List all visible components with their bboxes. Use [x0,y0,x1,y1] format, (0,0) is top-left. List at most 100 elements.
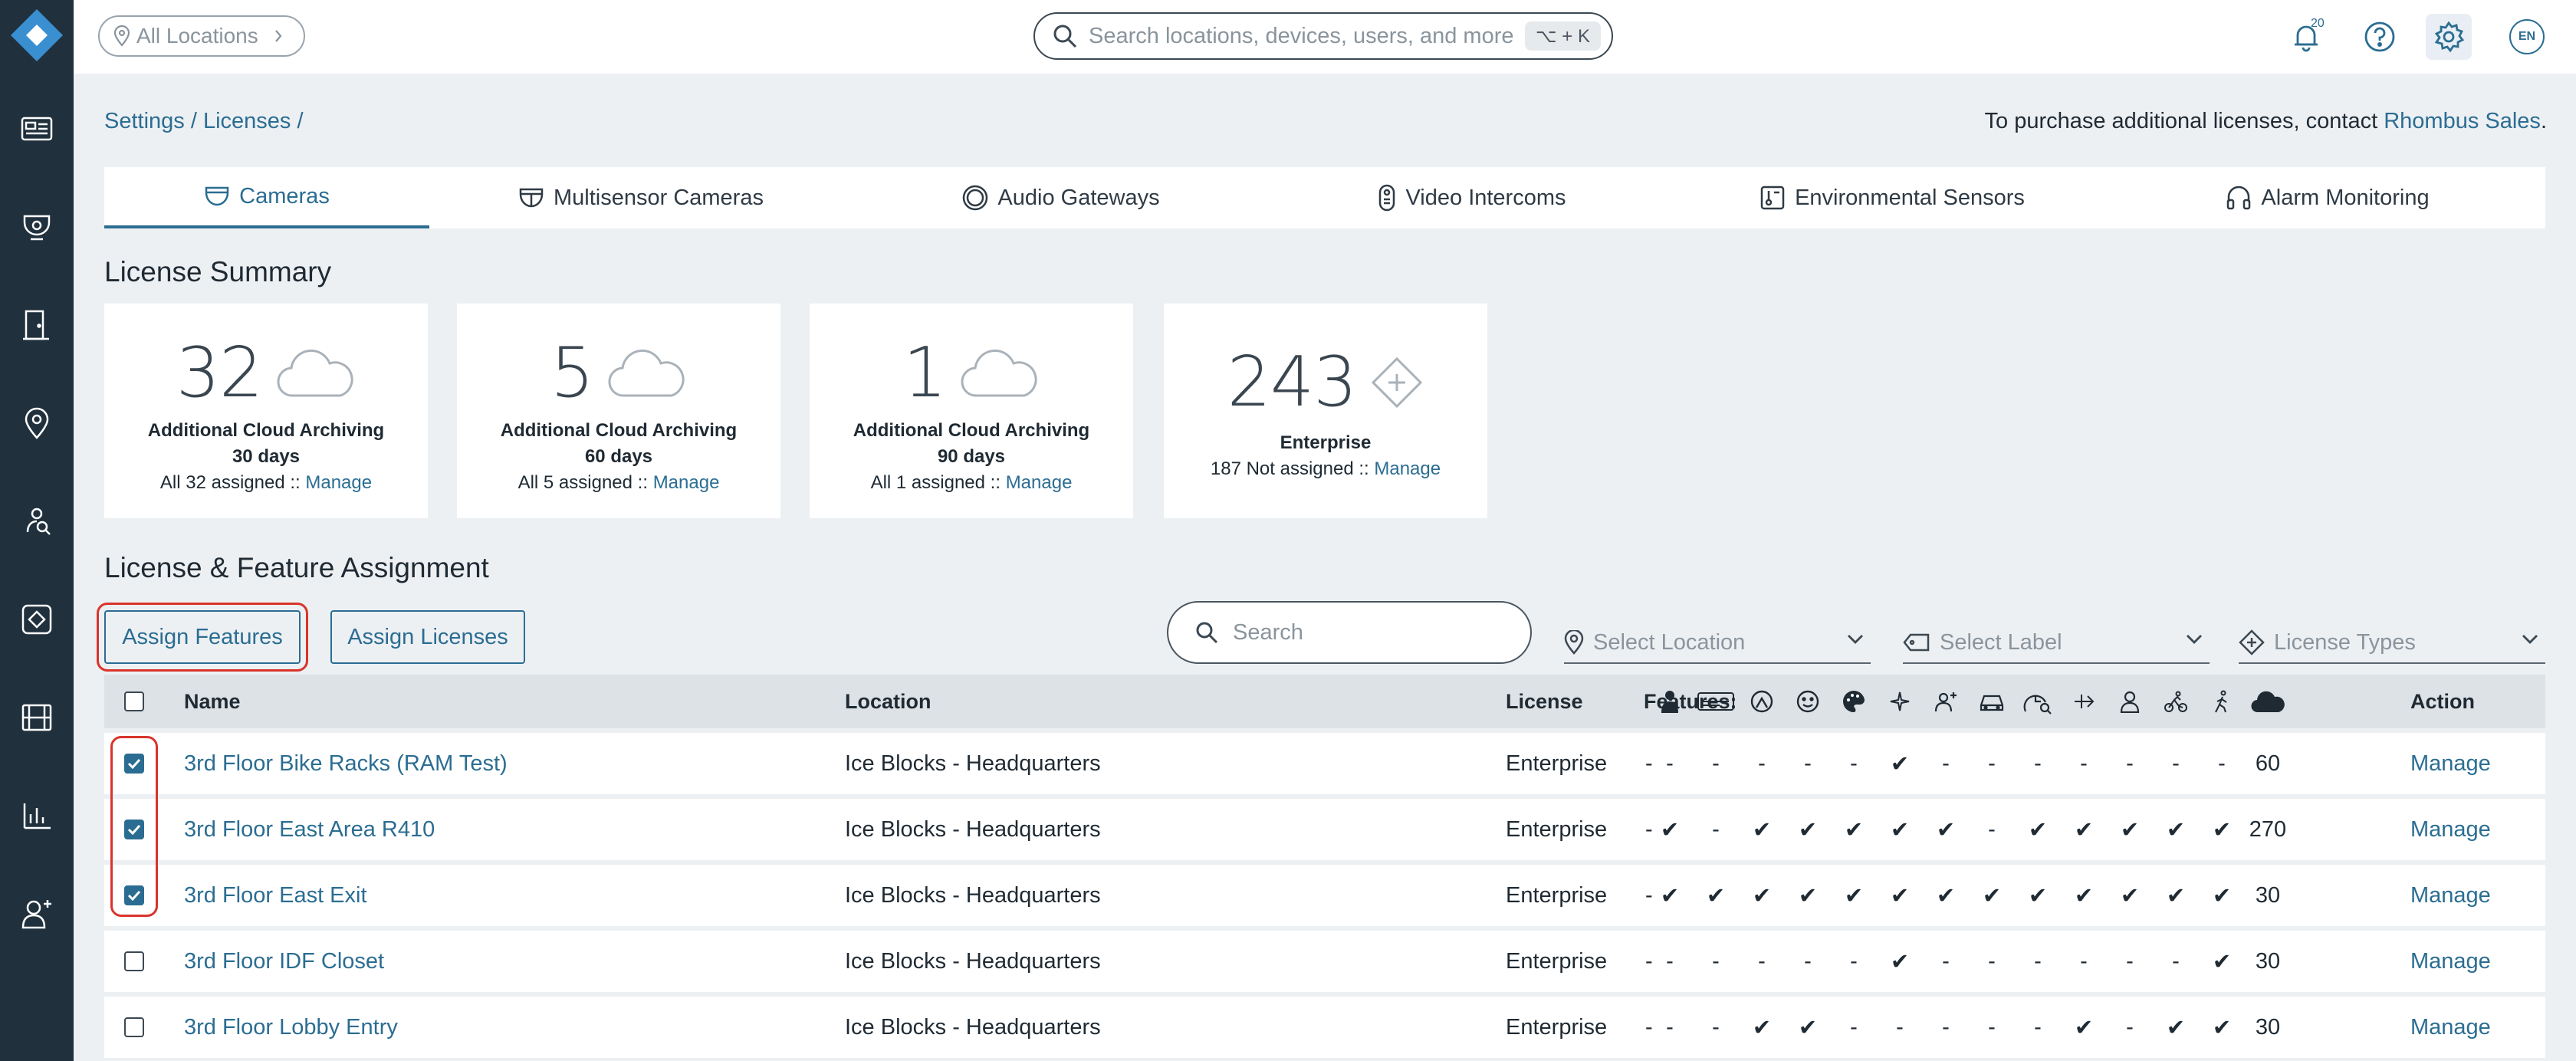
manage-link[interactable]: Manage [2410,799,2491,860]
feature-flag: - [1988,948,1996,974]
select-location-dropdown[interactable]: Select Location [1564,622,1871,664]
add-user-icon[interactable] [18,895,55,932]
location-filter-pill[interactable]: All Locations [98,15,305,57]
manage-link[interactable]: Manage [2410,733,2491,794]
reports-icon[interactable] [18,797,55,834]
video-wall-icon[interactable] [18,699,55,736]
feature-flag: - [1942,948,1950,974]
column-header-location[interactable]: Location [845,675,932,728]
settings-button[interactable] [2426,14,2472,60]
column-header-name[interactable]: Name [184,675,241,728]
person-icon [2107,675,2153,728]
multisensor-camera-icon [519,188,544,208]
table-row[interactable]: 3rd Floor Lobby Entry Ice Blocks - Headqu… [104,997,2545,1058]
device-location: Ice Blocks - Headquarters [845,816,1101,842]
tab-environmental-sensors[interactable]: Environmental Sensors [1674,167,2110,228]
device-license: Enterprise [1506,882,1608,908]
row-checkbox[interactable] [124,1017,144,1037]
highlight-annotation [110,736,158,917]
manage-link[interactable]: Manage [653,472,720,493]
device-location: Ice Blocks - Headquarters [845,948,1101,974]
license-card: 32 Additional Cloud Archiving 30 days Al… [104,304,428,518]
feature-flag: - [1988,751,1996,776]
top-bar: All Locations ⌥ + K 20 EN [74,0,2576,74]
license-card: 5 Additional Cloud Archiving 60 days All… [457,304,780,518]
tab-audio-gateways[interactable]: Audio Gateways [853,167,1270,228]
manage-link[interactable]: Manage [2410,997,2491,1058]
breadcrumb-separator: / [291,109,304,133]
tab-video-intercoms[interactable]: Video Intercoms [1270,167,1674,228]
door-access-icon[interactable] [18,307,55,343]
cyclist-icon [2153,675,2199,728]
notifications-button[interactable]: 20 [2286,17,2326,57]
dashboard-icon[interactable] [18,110,55,147]
manage-link[interactable]: Manage [305,472,372,493]
tab-label: Alarm Monitoring [2261,185,2430,210]
feature-flag: - [1850,948,1858,974]
feature-flag: - [1758,948,1766,974]
feature-flag: ✔ [2166,883,2186,908]
tab-alarm-monitoring[interactable]: Alarm Monitoring [2110,167,2545,228]
global-search-box[interactable]: ⌥ + K [1033,12,1613,60]
select-label-dropdown[interactable]: Select Label [1903,622,2210,664]
search-shortcut-badge: ⌥ + K [1524,21,1601,51]
integrations-icon[interactable] [18,601,55,638]
help-button[interactable] [2360,17,2400,57]
language-button[interactable]: EN [2507,17,2547,57]
manage-link[interactable]: Manage [1374,458,1441,479]
table-row[interactable]: 3rd Floor East Exit Ice Blocks - Headquar… [104,865,2545,926]
row-checkbox[interactable] [124,951,144,971]
column-header-license[interactable]: License [1506,675,1583,728]
table-search-input[interactable] [1233,619,1524,645]
feature-flag: - [1896,1014,1904,1040]
feature-flag: - [1850,1014,1858,1040]
intercom-icon [1379,184,1395,212]
table-row[interactable]: 3rd Floor IDF Closet Ice Blocks - Headqua… [104,931,2545,992]
license-types-dropdown[interactable]: License Types [2239,622,2545,664]
table-search-box[interactable] [1167,601,1532,664]
color-palette-icon [1831,675,1877,728]
feature-flag: - [1804,751,1812,776]
feature-flag: - [1666,948,1674,974]
select-all-checkbox[interactable] [124,691,144,711]
table-row[interactable]: 3rd Floor East Area R410 Ice Blocks - Hea… [104,799,2545,860]
device-name-link[interactable]: 3rd Floor Bike Racks (RAM Test) [184,733,508,794]
device-name-link[interactable]: 3rd Floor IDF Closet [184,931,384,992]
manage-link[interactable]: Manage [2410,865,2491,926]
device-name-link[interactable]: 3rd Floor Lobby Entry [184,997,398,1058]
diamond-plus-icon [1372,356,1423,408]
device-name-link[interactable]: 3rd Floor East Exit [184,865,367,926]
assign-features-button[interactable]: Assign Features [104,610,301,664]
location-pin-icon[interactable] [18,405,55,442]
assign-licenses-button[interactable]: Assign Licenses [330,610,525,664]
search-icon [1053,25,1077,48]
audio-gateway-icon [963,185,988,211]
device-location: Ice Blocks - Headquarters [845,751,1101,776]
tab-cameras[interactable]: Cameras [104,167,429,228]
license-status: 187 Not assigned :: Manage [1164,458,1487,480]
feature-flag: ✔ [1890,949,1910,974]
tab-label: Audio Gateways [997,185,1160,210]
breadcrumb-licenses[interactable]: Licenses [203,109,291,133]
feature-flag: ✔ [1660,817,1680,843]
feature-flag: - [1712,751,1720,776]
feature-flag: ✔ [1844,817,1864,843]
person-search-icon[interactable] [18,503,55,540]
cloud-archive-days: 270 [2249,816,2287,842]
breadcrumb-settings[interactable]: Settings [104,109,185,133]
camera-icon[interactable] [18,209,55,245]
feature-flag: ✔ [2120,883,2140,908]
feature-flag: - [1712,816,1720,842]
rhombus-logo-icon[interactable] [11,9,63,61]
tab-multisensor-cameras[interactable]: Multisensor Cameras [429,167,853,228]
device-name-link[interactable]: 3rd Floor East Area R410 [184,799,435,860]
global-search-input[interactable] [1089,23,1518,49]
sidebar [0,0,74,1061]
feature-flag: ✔ [1660,883,1680,908]
manage-link[interactable]: Manage [1006,472,1073,493]
feature-flag: - [1804,948,1812,974]
row-checkbox-wrap [124,997,144,1058]
manage-link[interactable]: Manage [2410,931,2491,992]
rhombus-sales-link[interactable]: Rhombus Sales [2384,109,2541,133]
table-row[interactable]: 3rd Floor Bike Racks (RAM Test) Ice Block… [104,733,2545,794]
